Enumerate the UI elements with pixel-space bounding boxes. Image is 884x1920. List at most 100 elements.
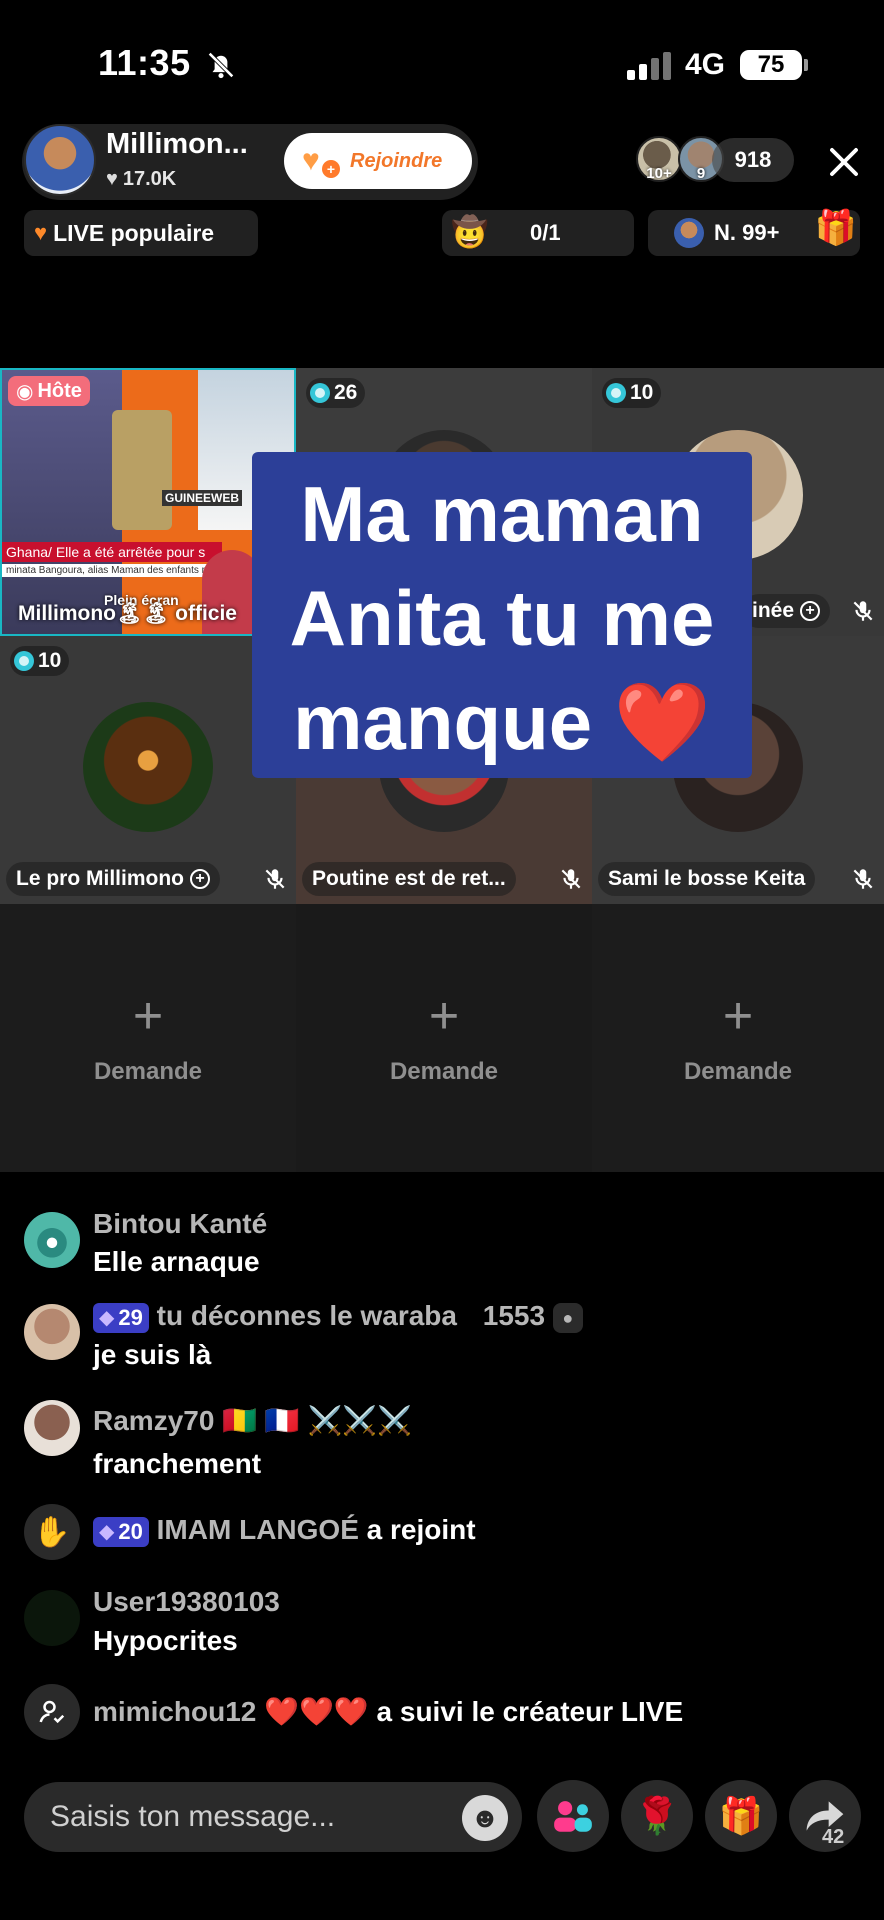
chat-username[interactable]: Bintou Kanté [93,1208,267,1240]
host-badge-label: Hôte [37,379,82,402]
signal-icon [627,50,671,80]
heart-plus-icon: ♥ + [302,144,340,178]
battery-indicator: 75 [740,50,808,80]
plus-icon: + [428,987,460,1045]
invite-icon [554,1801,592,1832]
mic-off-icon [853,601,873,621]
host-avatar[interactable] [24,124,96,196]
guest-score: 10 [38,649,62,672]
score-icon [14,651,34,671]
chat-username-row[interactable]: ◆ 29 tu déconnes le waraba 1553 ● [93,1300,583,1333]
gift-button[interactable]: 🎁 [705,1780,777,1852]
message-input[interactable] [24,1782,522,1852]
plus-icon: + [132,987,164,1045]
host-tile-name: Millimono🏝🏝 officie [18,602,237,625]
guest-name-pill[interactable]: Sami le bosse Keita [598,862,816,896]
status-time: 11:35 [98,42,191,83]
chat-avatar[interactable] [24,1590,80,1646]
network-type: 4G [685,48,726,81]
join-label: Rejoindre [350,149,443,172]
video-caption: Ghana/ Elle a été arrêtée pour s [2,542,222,562]
chat-avatar[interactable] [24,1212,80,1268]
request-slot[interactable]: + Demande [296,904,592,1172]
mic-off-icon [853,869,873,889]
chat-message: je suis là [93,1339,212,1370]
host-likes-count: 17.0K [122,168,177,190]
group-icon: ● [552,1302,583,1333]
mic-off-icon [561,869,581,889]
chat-message: Hypocrites [93,1625,238,1656]
text-sticker: Ma maman Anita tu me manque ❤️ [252,452,752,774]
score-icon [606,383,626,403]
gift-icon: 🎁 [718,1795,764,1836]
sticker-line: Ma maman [300,470,704,558]
guest-score-badge: 26 [306,378,366,408]
follow-plus-icon[interactable]: + [190,869,210,889]
request-slot[interactable]: + Demande [0,904,296,1172]
live-popular-badge[interactable]: ♥ LIVE populaire [24,210,258,256]
guest-name: inée [752,599,795,622]
level-number: 29 [118,1304,143,1330]
guest-score: 10 [630,381,654,404]
chat-follow-row[interactable]: mimichou12 ❤️❤️❤️ a suivi le créateur LI… [93,1695,683,1728]
goal-count: 0/1 [530,220,561,245]
rose-button[interactable]: 🌹 [621,1780,693,1852]
chat-username: mimichou12 ❤️❤️❤️ [93,1696,369,1727]
sticker-line: Anita tu me [289,574,715,662]
heart-icon: ♥ [106,168,118,190]
invite-button[interactable] [537,1780,609,1852]
chat-username: tu déconnes le waraba [156,1300,457,1331]
gift-box-icon[interactable]: 🎁 [812,208,860,254]
guest-score-badge: 10 [10,646,70,676]
guest-name-pill[interactable]: Poutine est de ret... [302,862,516,896]
rank-avatar [674,218,704,248]
mic-off-icon [265,869,285,889]
host-likes: ♥ 17.0K [106,168,176,191]
rank-label: N. 99+ [714,220,780,245]
video-subcaption: minata Bangoura, alias Maman des enfants… [2,564,222,577]
chat-message: Elle arnaque [93,1246,260,1277]
request-label: Demande [683,1058,793,1085]
share-count: 42 [822,1826,845,1848]
chat-avatar[interactable] [24,1400,80,1456]
guest-score-badge: 10 [602,378,662,408]
emoji-icon[interactable]: ☻ [462,1795,508,1841]
guest-name-pill[interactable]: inée + [742,594,831,628]
live-popular-label: LIVE populaire [53,219,215,246]
chat-username[interactable]: User19380103 [93,1586,280,1618]
request-label: Demande [93,1058,203,1085]
level-badge: ◆ 29 [93,1302,149,1333]
guest-avatar [83,702,213,832]
score-icon [310,383,330,403]
follow-plus-icon[interactable]: + [800,601,821,621]
host-name[interactable]: Millimon... [106,128,248,161]
join-button[interactable]: ♥ + Rejoindre [284,133,472,189]
viewer-count[interactable]: 918 [712,138,794,182]
request-slot[interactable]: + Demande [592,904,884,1172]
guest-name-pill[interactable]: Le pro Millimono + [6,862,220,896]
chat-username[interactable]: Ramzy70 🇬🇳 🇫🇷 ⚔️⚔️⚔️ [93,1404,412,1437]
wave-hand-icon: ✋ [24,1504,80,1560]
close-icon[interactable] [826,144,862,180]
chat-extra: 1553 [482,1300,546,1331]
rose-icon: 🌹 [634,1795,680,1836]
chat-avatar[interactable] [24,1304,80,1360]
gem-icon: ◆ [99,1521,115,1544]
plus-icon: + [722,987,754,1045]
chat-join-row[interactable]: ◆ 20 IMAM LANGOÉ a rejoint [93,1514,476,1547]
heart-icon: ♥ [34,220,48,245]
chat-username: IMAM LANGOÉ [156,1514,359,1545]
gem-icon: ◆ [99,1307,115,1330]
chat-message: a rejoint [366,1514,476,1545]
request-label: Demande [389,1058,499,1085]
channel-logo: GUINEEWEB [162,490,243,506]
chat-message: franchement [93,1448,262,1479]
bell-mute-icon [208,52,234,79]
guest-name: Sami le bosse Keita [608,867,806,890]
level-number: 20 [118,1518,143,1544]
guest-name: Le pro Millimono [16,867,184,890]
viewer-rank-badge: 10+ [646,165,672,182]
host-badge-icon: ◉ [16,380,34,403]
top-viewer-avatar[interactable]: 10+ [636,136,682,182]
chat-message: a suivi le créateur LIVE [376,1696,684,1727]
